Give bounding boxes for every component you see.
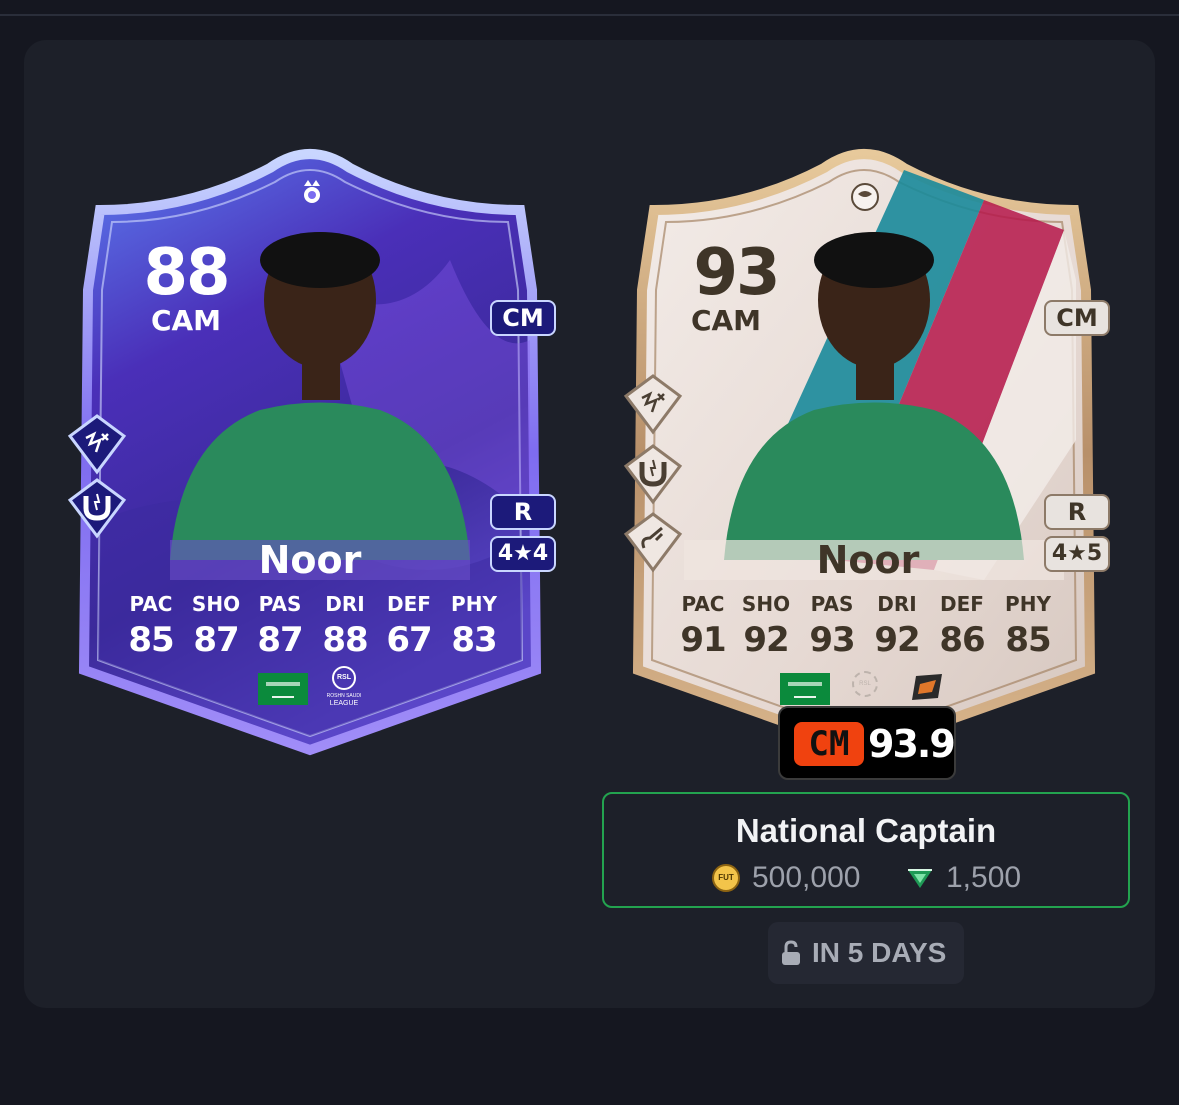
stat-value: 86 [939, 620, 985, 660]
stat-value: 87 [193, 620, 239, 660]
fc-points-icon [908, 869, 932, 888]
stat-value: 87 [257, 620, 303, 660]
league-logo-text: RSL [332, 666, 356, 690]
card-frame [78, 149, 542, 756]
stat-value: 83 [451, 620, 497, 660]
stat-label: PAC [129, 592, 173, 616]
alt-position-pill: CM [490, 300, 556, 336]
stat-label: DEF [940, 592, 984, 616]
stat-value: 93 [809, 620, 855, 660]
skill-weakfoot-pill: 4★5 [1044, 536, 1110, 572]
preferred-foot-pill: R [1044, 494, 1110, 530]
points-price: 1,500 [946, 861, 1022, 894]
stat-label: DEF [387, 592, 431, 616]
chem-rating-tag: CM 93.9 [778, 706, 956, 780]
stat-value: 92 [874, 620, 920, 660]
league-logo-text: ROSHN SAUDI [326, 693, 362, 699]
rating-value: 93.9 [868, 722, 956, 766]
saudi-flag-icon [258, 673, 308, 705]
unlock-timer-chip: IN 5 DAYS [768, 922, 964, 984]
lock-open-icon [782, 940, 800, 965]
card-player-name: Noor [816, 538, 920, 582]
stat-label: DRI [325, 592, 365, 616]
card-rating: 93 [693, 236, 780, 310]
stat-label: DRI [877, 592, 917, 616]
card-position: CAM [150, 304, 222, 337]
stat-label: PAS [810, 592, 854, 616]
stat-value: 91 [680, 620, 726, 660]
playstyle-magnet-icon [623, 444, 683, 505]
stat-label: PAS [258, 592, 302, 616]
stat-value: 67 [386, 620, 432, 660]
playstyle-hook-icon [623, 512, 683, 573]
skill-weakfoot-pill: 4★4 [490, 536, 556, 572]
objective-box[interactable]: National Captain FUT 500,000 1,500 [602, 792, 1130, 908]
playstyle-pass-icon [623, 374, 683, 435]
player-card-upgrade[interactable]: 93 CAM CM R 4★5 Noor PAC SHO PAS DRI DEF… [623, 140, 1110, 760]
unlock-label: IN 5 DAYS [812, 937, 947, 968]
stat-label: PHY [1005, 592, 1051, 616]
alt-position-pill: CM [1044, 300, 1110, 336]
stat-value: 85 [128, 620, 174, 660]
objective-title: National Captain [735, 812, 997, 849]
rating-position: CM [794, 722, 864, 766]
crown-icon [304, 180, 320, 203]
stat-value: 92 [743, 620, 789, 660]
stat-label: PHY [451, 592, 497, 616]
stat-label: SHO [191, 592, 241, 616]
playstyle-magnet-icon [67, 478, 127, 539]
league-logo-icon: RSL [852, 671, 878, 697]
stat-label: PAC [681, 592, 725, 616]
club-badge-icon [912, 674, 942, 700]
card-player-name: Noor [258, 538, 362, 582]
league-logo-icon: RSL ROSHN SAUDI LEAGUE [324, 666, 364, 710]
world-ball-icon [851, 183, 879, 211]
card-frame [632, 149, 1096, 756]
saudi-flag-icon [780, 673, 830, 705]
coin-icon: FUT [712, 864, 740, 892]
preferred-foot-pill: R [490, 494, 556, 530]
stat-label: SHO [741, 592, 791, 616]
playstyle-pass-icon [67, 414, 127, 475]
card-position: CAM [690, 304, 762, 337]
top-divider [0, 14, 1179, 16]
card-rating: 88 [143, 236, 230, 310]
player-card-base[interactable]: 88 CAM CM R 4★4 Noor PAC SHO PAS DRI DEF… [67, 140, 556, 760]
league-logo-text: LEAGUE [329, 700, 359, 707]
stat-value: 85 [1005, 620, 1051, 660]
coin-price: 500,000 [752, 861, 861, 894]
stat-value: 88 [322, 620, 368, 660]
